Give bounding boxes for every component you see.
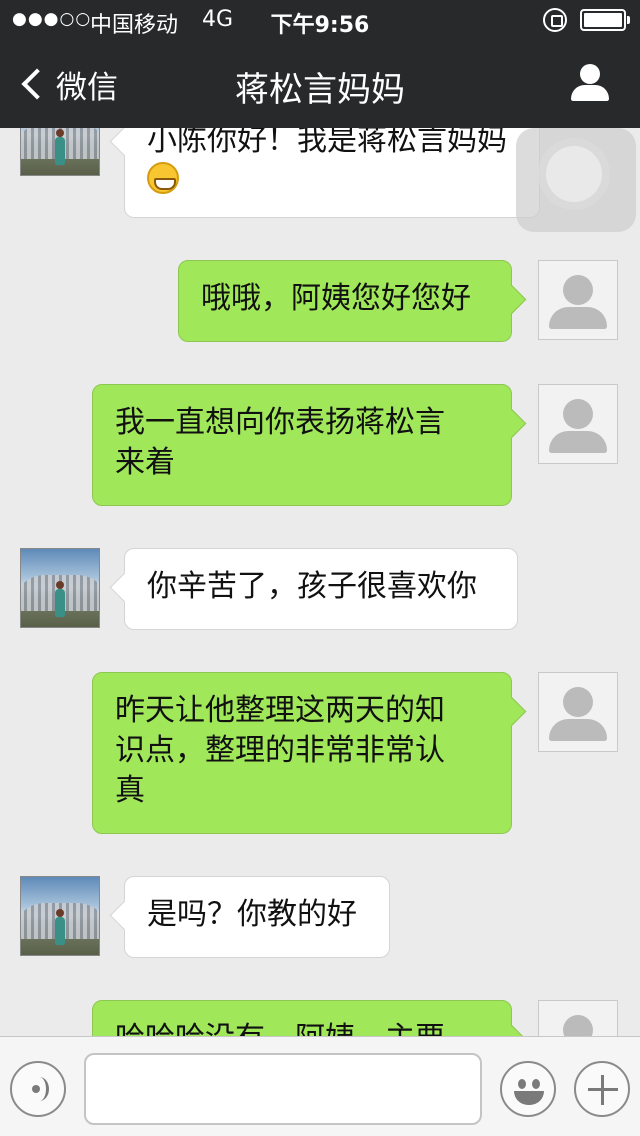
- message-text: 哈哈哈没有，阿姨，主要: [115, 1021, 445, 1036]
- message-bubble[interactable]: 小陈你好！我是蒋松言妈妈: [124, 128, 540, 218]
- message-text-line: 昨天让他整理这两天的知: [115, 693, 445, 728]
- message-text-line: 我一直想向你表扬蒋松言: [115, 405, 445, 440]
- message-text-line: 识点，整理的非常非常认: [115, 733, 445, 768]
- my-avatar[interactable]: [538, 672, 618, 752]
- navigation-bar: 蒋松言妈妈 微信: [0, 40, 640, 128]
- message-text: 你辛苦了，孩子很喜欢你: [147, 569, 477, 604]
- message-bubble[interactable]: 你辛苦了，孩子很喜欢你: [124, 548, 518, 630]
- message-bubble[interactable]: 哦哦，阿姨您好您好: [178, 260, 512, 342]
- input-bar: [0, 1036, 640, 1136]
- chevron-left-icon: [21, 68, 53, 100]
- my-avatar[interactable]: [538, 1000, 618, 1036]
- back-label: 微信: [56, 69, 118, 106]
- voice-icon[interactable]: [10, 1061, 66, 1117]
- assistive-touch-button[interactable]: [516, 128, 636, 232]
- contact-avatar[interactable]: [20, 128, 100, 176]
- my-avatar[interactable]: [538, 384, 618, 464]
- grinning-face-icon: [147, 162, 179, 194]
- rotation-lock-icon: [543, 8, 567, 32]
- message-bubble[interactable]: 昨天让他整理这两天的知 识点，整理的非常非常认 真: [92, 672, 512, 834]
- contact-avatar[interactable]: [20, 876, 100, 956]
- message-text-line: 真: [115, 773, 145, 808]
- message-text: 哦哦，阿姨您好您好: [201, 281, 471, 316]
- message-text: 小陈你好！我是蒋松言妈妈: [147, 128, 507, 158]
- my-avatar[interactable]: [538, 260, 618, 340]
- chat-area[interactable]: 小陈你好！我是蒋松言妈妈 哦哦，阿姨您好您好 我一直想向你表扬蒋松言 来着 你辛…: [0, 128, 640, 1036]
- plus-icon[interactable]: [574, 1061, 630, 1117]
- message-bubble[interactable]: 我一直想向你表扬蒋松言 来着: [92, 384, 512, 506]
- message-input[interactable]: [84, 1053, 482, 1125]
- message-text: 是吗？你教的好: [147, 897, 357, 932]
- back-button[interactable]: 微信: [18, 62, 118, 106]
- emoji-icon[interactable]: [500, 1061, 556, 1117]
- battery-icon: [580, 9, 630, 31]
- message-bubble[interactable]: 哈哈哈没有，阿姨，主要: [92, 1000, 512, 1036]
- message-bubble[interactable]: 是吗？你教的好: [124, 876, 390, 958]
- profile-icon[interactable]: [568, 64, 612, 104]
- status-bar: ●●●○○ 中国移动 4G 下午9:56: [0, 0, 640, 40]
- top-bar: ●●●○○ 中国移动 4G 下午9:56 蒋松言妈妈 微信: [0, 0, 640, 128]
- contact-avatar[interactable]: [20, 548, 100, 628]
- message-text-line: 来着: [115, 445, 175, 480]
